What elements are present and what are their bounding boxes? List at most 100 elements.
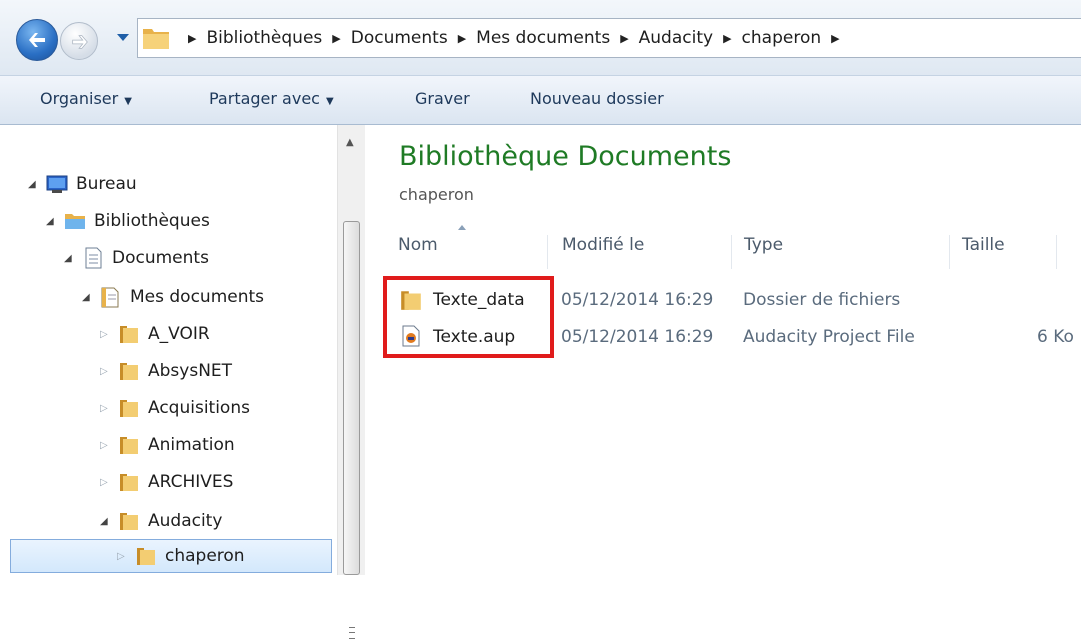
folder-icon bbox=[120, 513, 138, 530]
scroll-up-arrow-icon[interactable]: ▲ bbox=[346, 137, 354, 148]
file-size: 6 Ko bbox=[1037, 327, 1074, 347]
tree-item-bibliotheques[interactable]: ◢ Bibliothèques bbox=[46, 204, 210, 238]
tree-item-mes-documents[interactable]: ◢ Mes documents bbox=[82, 280, 264, 314]
breadcrumb-item[interactable]: Audacity bbox=[639, 28, 713, 48]
tree-item-acquisitions[interactable]: ▷ Acquisitions bbox=[100, 391, 250, 425]
tree-item-audacity[interactable]: ◢ Audacity bbox=[100, 504, 222, 538]
breadcrumb-item[interactable]: Documents bbox=[351, 28, 448, 48]
tree-item-label: ARCHIVES bbox=[148, 472, 234, 492]
file-row[interactable]: Texte.aup 05/12/2014 16:29 Audacity Proj… bbox=[365, 320, 1081, 354]
expanded-triangle-icon[interactable]: ◢ bbox=[82, 292, 96, 303]
collapsed-triangle-icon[interactable]: ▷ bbox=[100, 329, 114, 340]
breadcrumb-separator-icon[interactable]: ▶ bbox=[831, 32, 839, 45]
breadcrumb-item[interactable]: chaperon bbox=[742, 28, 822, 48]
collapsed-triangle-icon[interactable]: ▷ bbox=[100, 440, 114, 451]
tree-item-documents[interactable]: ◢ Documents bbox=[64, 241, 209, 275]
file-name: Texte_data bbox=[433, 290, 525, 310]
forward-button[interactable] bbox=[60, 22, 98, 60]
column-header-label: Taille bbox=[962, 235, 1005, 255]
file-type: Audacity Project File bbox=[743, 327, 915, 347]
documents-library-icon bbox=[85, 247, 102, 269]
breadcrumb-separator-icon[interactable]: ▶ bbox=[332, 32, 340, 45]
chevron-down-icon: ▼ bbox=[124, 96, 132, 107]
navigation-scrollbar[interactable]: ▲ bbox=[337, 125, 365, 639]
burn-button[interactable]: Graver bbox=[415, 89, 470, 108]
sort-ascending-icon bbox=[458, 225, 466, 230]
expanded-triangle-icon[interactable]: ◢ bbox=[64, 253, 78, 264]
folder-icon bbox=[120, 474, 138, 491]
tree-item-archives[interactable]: ▷ ARCHIVES bbox=[100, 465, 233, 499]
recent-pages-dropdown-icon[interactable] bbox=[116, 30, 130, 44]
library-subtitle: chaperon bbox=[399, 185, 474, 204]
back-button[interactable] bbox=[16, 19, 58, 61]
organize-label: Organiser bbox=[40, 89, 119, 108]
folder-icon bbox=[137, 548, 155, 565]
breadcrumb-item[interactable]: Mes documents bbox=[476, 28, 610, 48]
audacity-file-icon bbox=[402, 325, 420, 347]
tree-item-label: Audacity bbox=[148, 511, 223, 531]
new-folder-button[interactable]: Nouveau dossier bbox=[530, 89, 664, 108]
folder-icon bbox=[120, 326, 138, 343]
tree-item-label: chaperon bbox=[165, 546, 245, 566]
tree-item-animation[interactable]: ▷ Animation bbox=[100, 428, 235, 462]
collapsed-triangle-icon[interactable]: ▷ bbox=[100, 477, 114, 488]
file-modified: 05/12/2014 16:29 bbox=[561, 290, 714, 310]
tree-item-absysnet[interactable]: ▷ AbsysNET bbox=[100, 354, 232, 388]
documents-folder-icon bbox=[101, 287, 119, 308]
tree-item-label: AbsysNET bbox=[148, 361, 233, 381]
tree-item-bureau[interactable]: ◢ Bureau bbox=[28, 167, 137, 201]
column-header-label: Modifié le bbox=[562, 235, 645, 255]
expanded-triangle-icon[interactable]: ◢ bbox=[28, 179, 42, 190]
column-header-modified[interactable]: Modifié le bbox=[562, 235, 732, 269]
expanded-triangle-icon[interactable]: ◢ bbox=[46, 216, 60, 227]
scrollbar-thumb[interactable] bbox=[343, 221, 360, 639]
folder-icon bbox=[401, 291, 421, 310]
tree-item-a-voir[interactable]: ▷ A_VOIR bbox=[100, 317, 210, 351]
file-name: Texte.aup bbox=[433, 327, 516, 347]
breadcrumb-separator-icon[interactable]: ▶ bbox=[458, 32, 466, 45]
breadcrumb-item[interactable]: Bibliothèques bbox=[206, 28, 322, 48]
chevron-down-icon: ▼ bbox=[325, 96, 334, 107]
column-header-type[interactable]: Type bbox=[744, 235, 950, 269]
tree-item-chaperon[interactable]: ▷ chaperon bbox=[10, 539, 332, 573]
file-list-pane: Bibliothèque Documents chaperon Nom Modi… bbox=[365, 125, 1081, 575]
folder-icon bbox=[120, 400, 138, 417]
burn-label: Graver bbox=[415, 89, 470, 108]
file-row[interactable]: Texte_data 05/12/2014 16:29 Dossier de f… bbox=[365, 283, 1081, 317]
command-bar: Organiser ▼ Partager avec ▼ Graver Nouveau… bbox=[0, 75, 1081, 125]
breadcrumb-separator-icon[interactable]: ▶ bbox=[620, 32, 628, 45]
new-folder-label: Nouveau dossier bbox=[530, 89, 664, 108]
column-header-size[interactable]: Taille bbox=[962, 235, 1057, 269]
back-arrow-icon bbox=[29, 33, 45, 47]
tree-item-label: Acquisitions bbox=[148, 398, 250, 418]
column-header-label: Type bbox=[744, 235, 784, 255]
organize-menu-button[interactable]: Organiser ▼ bbox=[40, 89, 132, 108]
tree-item-label: A_VOIR bbox=[148, 324, 210, 344]
folder-icon bbox=[143, 29, 169, 49]
expanded-triangle-icon[interactable]: ◢ bbox=[100, 516, 114, 527]
column-header-name[interactable]: Nom bbox=[398, 235, 548, 269]
forward-arrow-icon bbox=[72, 35, 88, 49]
breadcrumb-separator-icon[interactable]: ▶ bbox=[188, 32, 196, 45]
tree-item-label: Documents bbox=[112, 248, 209, 268]
library-title: Bibliothèque Documents bbox=[399, 141, 732, 172]
breadcrumb: ▶ Bibliothèques ▶ Documents ▶ Mes docume… bbox=[184, 19, 850, 57]
share-menu-button[interactable]: Partager avec ▼ bbox=[209, 89, 334, 108]
collapsed-triangle-icon[interactable]: ▷ bbox=[117, 551, 131, 562]
grip-icon bbox=[349, 627, 355, 639]
collapsed-triangle-icon[interactable]: ▷ bbox=[100, 403, 114, 414]
breadcrumb-separator-icon[interactable]: ▶ bbox=[723, 32, 731, 45]
tree-item-label: Bureau bbox=[76, 174, 137, 194]
tree-item-label: Mes documents bbox=[130, 287, 265, 307]
tree-item-label: Bibliothèques bbox=[94, 211, 210, 231]
tree-item-label: Animation bbox=[148, 435, 235, 455]
folder-icon bbox=[120, 437, 138, 454]
file-modified: 05/12/2014 16:29 bbox=[561, 327, 714, 347]
folder-icon bbox=[120, 363, 138, 380]
collapsed-triangle-icon[interactable]: ▷ bbox=[100, 366, 114, 377]
desktop-icon bbox=[46, 175, 68, 193]
address-box[interactable]: ▶ Bibliothèques ▶ Documents ▶ Mes docume… bbox=[137, 18, 1081, 58]
address-bar-area: ▶ Bibliothèques ▶ Documents ▶ Mes docume… bbox=[0, 0, 1081, 75]
share-label: Partager avec bbox=[209, 89, 320, 108]
file-type: Dossier de fichiers bbox=[743, 290, 901, 310]
